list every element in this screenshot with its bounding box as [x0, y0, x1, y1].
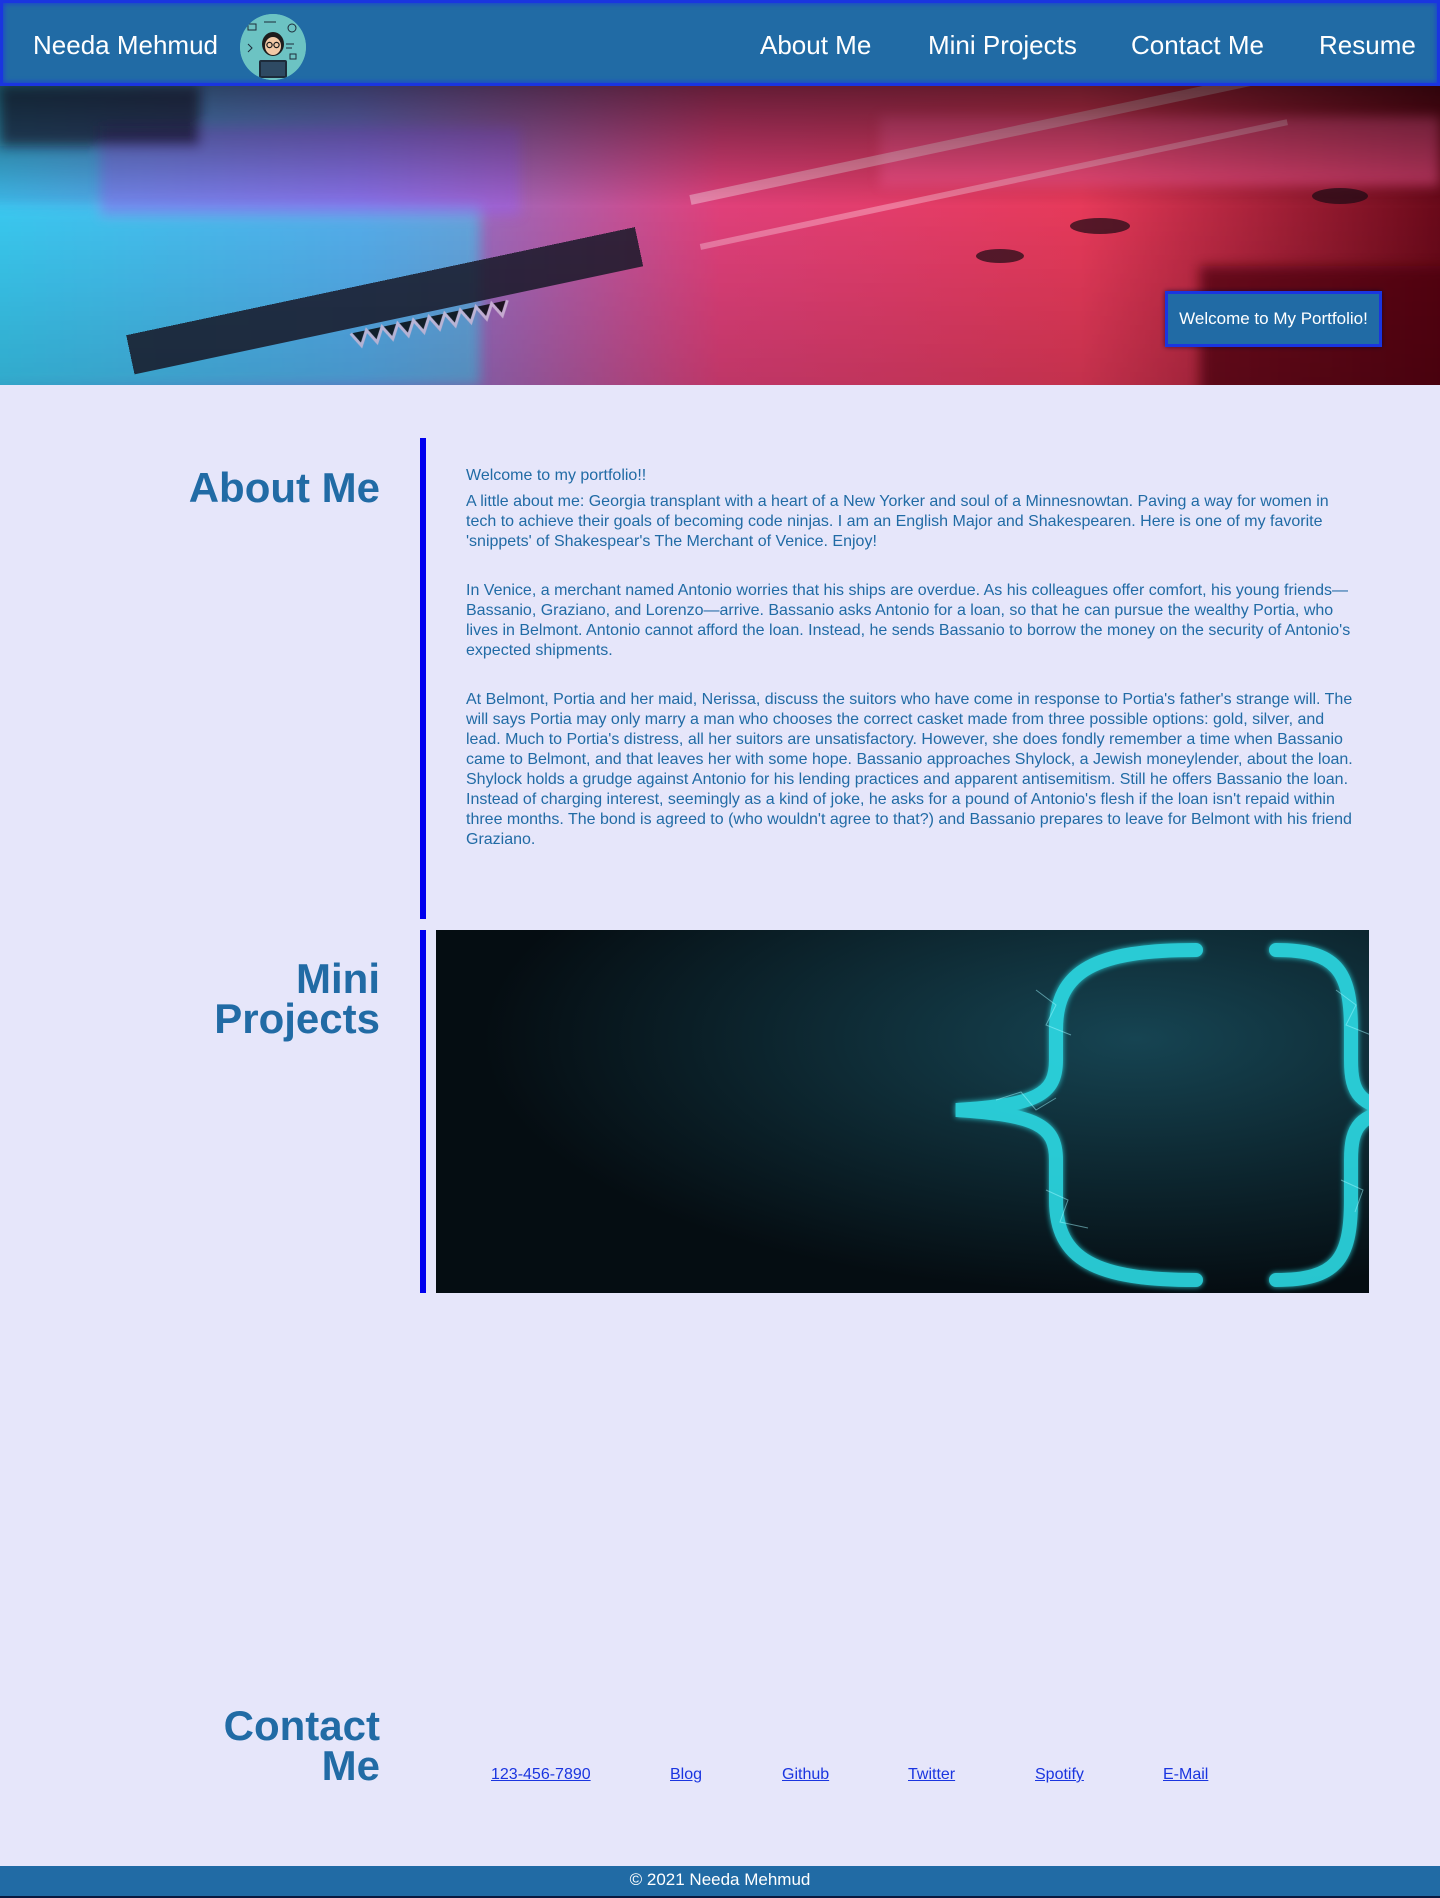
- about-title: About Me: [188, 464, 380, 511]
- projects-title: Mini Projects: [214, 955, 380, 1042]
- contact-spotify-link[interactable]: Spotify: [1035, 1765, 1084, 1785]
- nav-resume[interactable]: Resume: [1319, 30, 1416, 60]
- about-divider: [420, 438, 426, 919]
- nav-mini-projects[interactable]: Mini Projects: [928, 30, 1077, 60]
- about-paragraph: At Belmont, Portia and her maid, Nerissa…: [466, 691, 1353, 848]
- nav-about-me[interactable]: About Me: [760, 30, 871, 60]
- site-footer: © 2021 Needa Mehmud: [0, 1866, 1440, 1898]
- projects-divider: [420, 930, 426, 1293]
- contact-email-link[interactable]: E-Mail: [1163, 1765, 1208, 1785]
- about-body: Welcome to my portfolio!! A little about…: [466, 466, 1356, 850]
- about-paragraph: A little about me: Georgia transplant wi…: [466, 493, 1329, 550]
- nav-contact-me[interactable]: Contact Me: [1131, 30, 1264, 60]
- contact-github-link[interactable]: Github: [782, 1765, 829, 1785]
- about-paragraph: Welcome to my portfolio!!: [466, 467, 647, 484]
- coder-avatar-icon: [240, 14, 306, 80]
- contact-twitter-link[interactable]: Twitter: [908, 1765, 955, 1785]
- code-braces-image[interactable]: [436, 930, 1369, 1293]
- contact-blog-link[interactable]: Blog: [670, 1765, 702, 1785]
- about-paragraph: In Venice, a merchant named Antonio worr…: [466, 582, 1351, 659]
- contact-title: Contact Me: [223, 1702, 380, 1789]
- copyright-text: © 2021 Needa Mehmud: [629, 1870, 811, 1889]
- brand-name[interactable]: Needa Mehmud: [33, 30, 218, 60]
- contact-phone-link[interactable]: 123-456-7890: [491, 1765, 591, 1785]
- hero-banner: Welcome to My Portfolio!: [0, 86, 1440, 385]
- site-header: Needa Mehmud About Me Mini Projects Cont…: [0, 0, 1440, 86]
- welcome-badge: Welcome to My Portfolio!: [1165, 291, 1382, 347]
